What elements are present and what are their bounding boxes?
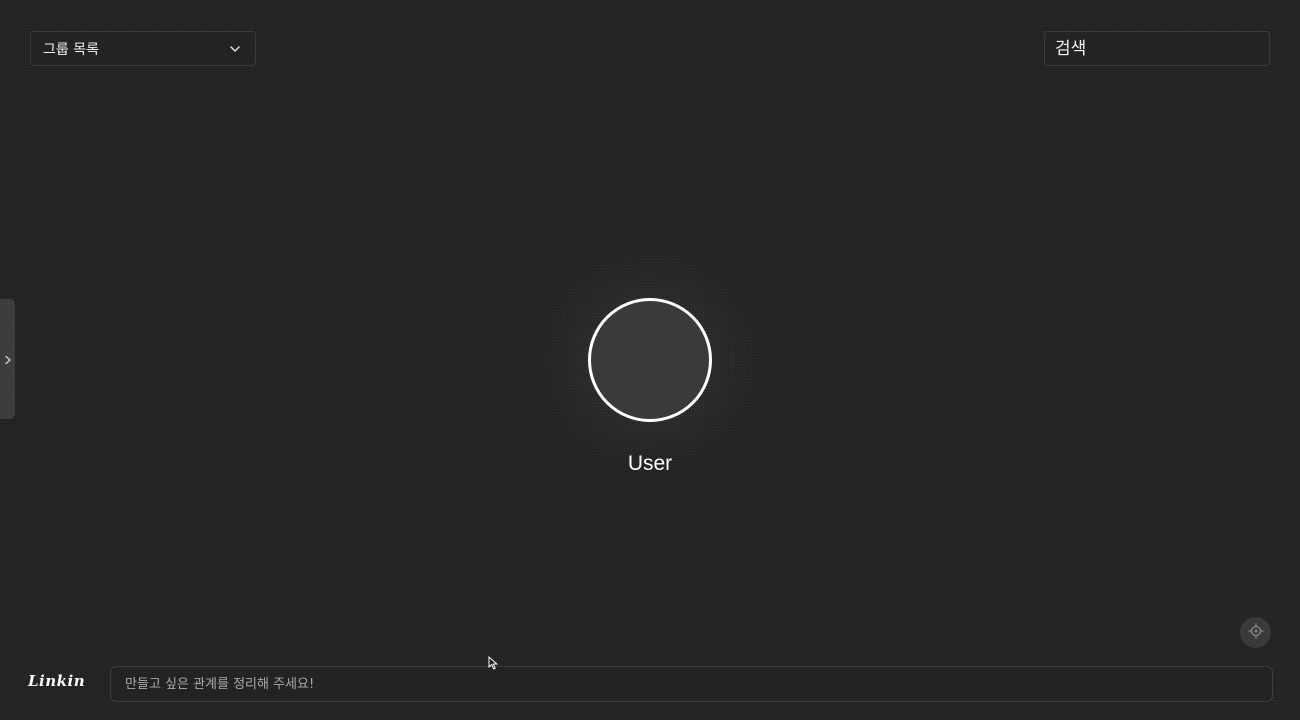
chevron-right-icon bbox=[4, 350, 12, 369]
app-logo[interactable]: Linkin bbox=[28, 672, 85, 690]
prompt-box bbox=[110, 666, 1273, 702]
crosshair-icon bbox=[1248, 623, 1264, 643]
group-select-label: 그룹 목록 bbox=[43, 41, 99, 58]
recenter-button[interactable] bbox=[1240, 617, 1271, 648]
graph-node-label: User bbox=[627, 452, 673, 475]
graph-node-user[interactable] bbox=[588, 298, 712, 422]
sidebar-toggle-button[interactable] bbox=[0, 299, 15, 419]
prompt-input[interactable] bbox=[125, 676, 1258, 692]
search-box bbox=[1044, 31, 1270, 66]
search-input[interactable] bbox=[1055, 38, 1259, 59]
chevron-down-icon bbox=[229, 43, 241, 55]
mouse-pointer-icon bbox=[488, 655, 500, 670]
group-select-dropdown[interactable]: 그룹 목록 bbox=[30, 31, 256, 66]
